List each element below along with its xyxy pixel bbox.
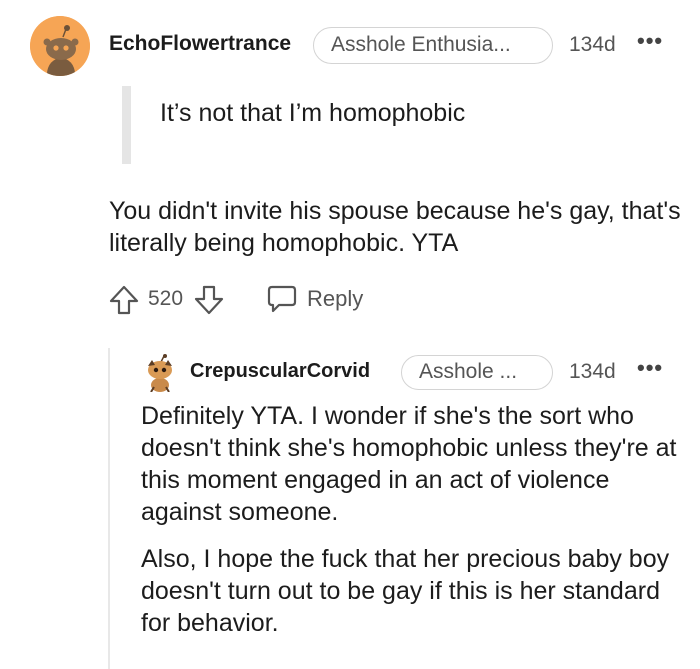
- reply-body: Definitely YTA. I wonder if she's the so…: [141, 400, 681, 654]
- snoo-avatar-icon: [30, 16, 90, 76]
- reply-age: 134d: [569, 360, 616, 383]
- upvote-icon[interactable]: [108, 284, 140, 316]
- more-options-button[interactable]: •••: [637, 28, 663, 54]
- quote-bar: [122, 86, 131, 164]
- vote-score: 520: [148, 287, 184, 310]
- user-flair: Asshole Enthusia...: [313, 27, 553, 64]
- thread-line[interactable]: [108, 348, 110, 669]
- reply-paragraph: Definitely YTA. I wonder if she's the so…: [141, 402, 677, 526]
- quoted-text: It’s not that I’m homophobic: [160, 99, 466, 127]
- reply-paragraph: Also, I hope the fuck that her precious …: [141, 545, 670, 637]
- comment-username[interactable]: EchoFlowertrance: [109, 32, 291, 56]
- reply-avatar[interactable]: [143, 354, 177, 393]
- user-avatar[interactable]: [30, 16, 90, 76]
- reply-icon[interactable]: [266, 283, 298, 315]
- comment-age: 134d: [569, 33, 616, 56]
- more-options-button[interactable]: •••: [637, 355, 663, 381]
- reply-username[interactable]: CrepuscularCorvid: [190, 360, 370, 383]
- downvote-icon[interactable]: [193, 284, 225, 316]
- user-flair: Asshole ...: [401, 355, 553, 390]
- snoo-avatar-icon: [148, 354, 172, 393]
- comment-body: You didn't invite his spouse because he'…: [109, 197, 681, 257]
- reply-button[interactable]: Reply: [307, 286, 363, 312]
